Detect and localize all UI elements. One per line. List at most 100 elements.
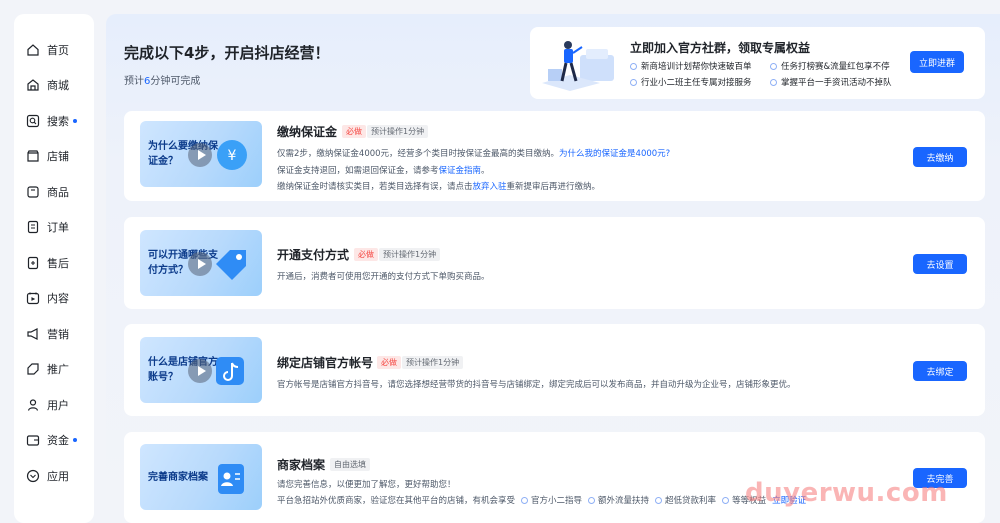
sidebar-item-home[interactable]: 首页 <box>14 32 94 68</box>
new-dot-indicator <box>73 118 77 123</box>
step-description: 开通后，消费者可使用您开通的支付方式下单购买商品。 <box>277 272 490 282</box>
step-description: 平台急招站外优质商家，验证您在其他平台的店铺，有机会享受 官方小二指导 额外流量扶持… <box>277 496 807 506</box>
product-icon <box>26 185 40 199</box>
order-icon <box>26 220 40 234</box>
video-thumbnail[interactable]: 可以开通哪些支付方式？ <box>140 230 262 296</box>
promote-icon <box>26 362 40 376</box>
promo-benefit: 行业小二班主任专属对接服务 <box>630 76 752 88</box>
sidebar-item-label: 搜索 <box>47 114 69 128</box>
sidebar-item-label: 商城 <box>47 79 69 93</box>
step-description: 保证金支持退回，如需退回保证金，请参考保证金指南。 <box>277 166 490 176</box>
sidebar-item-label: 首页 <box>47 43 69 57</box>
profile-card-icon <box>218 464 244 494</box>
sidebar-item-label: 订单 <box>47 221 69 235</box>
content-icon <box>26 291 40 305</box>
tag-icon <box>216 250 246 280</box>
time-estimate-badge: 预计操作1分钟 <box>367 125 429 138</box>
join-group-button[interactable]: 立即进群 <box>910 51 964 73</box>
step-title: 开通支付方式 <box>277 248 350 262</box>
step-card-official-account: 什么是店铺官方账号？ 绑定店铺官方帐号 必做 预计操作1分钟 官方帐号是店铺官方… <box>124 324 985 416</box>
shop-icon <box>26 149 40 163</box>
sidebar-item-promote[interactable]: 推广 <box>14 352 94 388</box>
deposit-guide-link[interactable]: 保证金指南 <box>439 166 482 176</box>
sidebar-item-product[interactable]: 商品 <box>14 174 94 210</box>
check-circle-icon <box>655 497 663 504</box>
sidebar-item-label: 店铺 <box>47 150 69 164</box>
required-badge: 必做 <box>354 248 378 261</box>
check-circle-icon <box>722 497 730 504</box>
douyin-logo-icon <box>216 357 244 385</box>
step-description: 缴纳保证金时请核实类目，若类目选择有误，请点击放弃入驻重新提审后再进行缴纳。 <box>277 182 601 192</box>
user-icon <box>26 398 40 412</box>
step-title: 缴纳保证金 <box>277 125 338 139</box>
required-badge: 必做 <box>377 356 401 369</box>
step-title: 商家档案 <box>277 458 326 472</box>
promo-benefit: 掌握平台一手资讯活动不掉队 <box>770 76 892 88</box>
check-circle-icon <box>630 62 637 70</box>
deposit-amount-link[interactable]: 为什么我的保证金是4000元? <box>559 149 670 159</box>
community-promo-banner: 立即加入官方社群，领取专属权益 新商培训计划帮你快速破百单 任务打榜赛&流量红包… <box>530 27 985 99</box>
home-icon <box>26 43 40 57</box>
page-title: 完成以下4步，开启抖店经营！ <box>124 44 330 62</box>
promo-benefit: 任务打榜赛&流量红包享不停 <box>770 60 890 72</box>
promo-benefit: 新商培训计划帮你快速破百单 <box>630 60 752 72</box>
pay-deposit-button[interactable]: 去缴纳 <box>913 147 967 167</box>
step-card-deposit: 为什么要缴纳保证金？ ¥ 缴纳保证金 必做 预计操作1分钟 仅需2步，缴纳保证金… <box>124 111 985 201</box>
promo-title: 立即加入官方社群，领取专属权益 <box>630 41 811 55</box>
check-circle-icon <box>588 497 596 504</box>
step-card-payment: 可以开通哪些支付方式？ 开通支付方式 必做 预计操作1分钟 开通后，消费者可使用… <box>124 217 985 309</box>
sidebar-item-apps[interactable]: 应用 <box>14 458 94 494</box>
sidebar-item-funds[interactable]: 资金 <box>14 423 94 459</box>
check-circle-icon <box>630 78 637 86</box>
sidebar-item-content[interactable]: 内容 <box>14 281 94 317</box>
sidebar-item-shop[interactable]: 店铺 <box>14 139 94 175</box>
svg-text:¥: ¥ <box>228 148 237 164</box>
video-thumbnail[interactable]: 为什么要缴纳保证金？ ¥ <box>140 121 262 187</box>
play-icon[interactable] <box>188 143 212 167</box>
sidebar-item-label: 用户 <box>47 398 69 412</box>
sidebar-item-label: 售后 <box>47 256 69 270</box>
sidebar-item-user[interactable]: 用户 <box>14 387 94 423</box>
sidebar-item-search[interactable]: 搜索 <box>14 103 94 139</box>
sidebar-item-label: 营销 <box>47 327 69 341</box>
bind-account-button[interactable]: 去绑定 <box>913 361 967 381</box>
sidebar-item-marketing[interactable]: 营销 <box>14 316 94 352</box>
sidebar: 首页 商城 搜索 店铺 商品 订单 售后 内容 营销 推广 用户 资金 应用 <box>14 14 94 523</box>
abandon-entry-link[interactable]: 放弃入驻 <box>473 182 507 192</box>
onboarding-panel: 完成以下4步，开启抖店经营！ 预计6分钟可完成 立即加入官方社群，领取专属权益 … <box>106 14 1000 523</box>
step-description: 仅需2步，缴纳保证金4000元，经营多个类目时按保证金最高的类目缴纳。为什么我的… <box>277 149 671 159</box>
store-icon <box>26 78 40 92</box>
time-estimate-badge: 预计操作1分钟 <box>379 248 441 261</box>
required-badge: 必做 <box>342 125 366 138</box>
sidebar-item-label: 资金 <box>47 434 69 448</box>
play-icon[interactable] <box>188 359 212 383</box>
after-sales-icon <box>26 256 40 270</box>
site-watermark: duyerwu.com <box>745 478 948 508</box>
check-circle-icon <box>770 78 777 86</box>
sidebar-item-mall[interactable]: 商城 <box>14 68 94 104</box>
step-title: 绑定店铺官方帐号 <box>277 356 374 370</box>
sidebar-item-label: 商品 <box>47 185 69 199</box>
play-icon[interactable] <box>188 252 212 276</box>
megaphone-icon <box>26 327 40 341</box>
sidebar-item-after-sales[interactable]: 售后 <box>14 245 94 281</box>
new-dot-indicator <box>73 438 77 443</box>
video-thumbnail[interactable]: 完善商家档案 <box>140 444 262 510</box>
check-circle-icon <box>770 62 777 70</box>
setup-payment-button[interactable]: 去设置 <box>913 254 967 274</box>
estimated-time: 预计6分钟可完成 <box>124 76 201 87</box>
step-description: 官方帐号是店铺官方抖音号，请您选择想经营带货的抖音号与店铺绑定，绑定完成后可以发… <box>277 380 796 390</box>
wallet-icon <box>26 433 40 447</box>
sidebar-item-label: 内容 <box>47 292 69 306</box>
check-circle-icon <box>521 497 529 504</box>
video-thumbnail[interactable]: 什么是店铺官方账号？ <box>140 337 262 403</box>
sidebar-item-label: 推广 <box>47 363 69 377</box>
apps-icon <box>26 469 40 483</box>
time-estimate-badge: 预计操作1分钟 <box>402 356 464 369</box>
optional-badge: 自由选填 <box>330 458 370 471</box>
search-icon <box>26 114 40 128</box>
community-illustration-icon <box>542 41 614 91</box>
coin-icon: ¥ <box>217 140 247 170</box>
step-description: 请您完善信息，以便更加了解您，更好帮助您！ <box>277 480 456 490</box>
sidebar-item-order[interactable]: 订单 <box>14 210 94 246</box>
